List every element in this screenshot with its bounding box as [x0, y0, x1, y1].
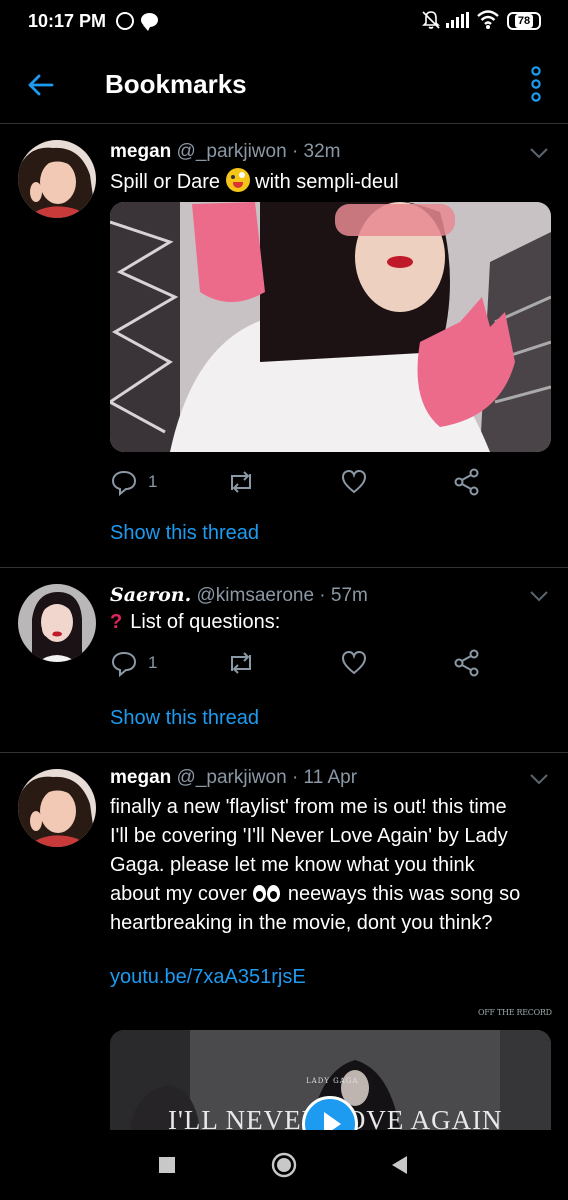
username[interactable]: @_parkjiwon: [177, 767, 287, 788]
chevron-down-icon[interactable]: [530, 147, 548, 159]
wifi-icon: [477, 10, 499, 29]
status-time: 10:17 PM: [28, 11, 107, 31]
tweet-actions: 1: [110, 649, 480, 679]
tweet-text-part: Spill or Dare: [110, 171, 221, 193]
tweet-media-photo[interactable]: [110, 202, 551, 452]
like-button[interactable]: [340, 649, 368, 677]
signal-icon: [446, 12, 470, 28]
chevron-down-icon[interactable]: [530, 590, 548, 602]
tweet-1[interactable]: megan @_parkjiwon · 32m Spill or Dare wi…: [0, 125, 568, 568]
eyes-emoji-icon: [252, 883, 282, 903]
heart-icon: [341, 469, 367, 494]
zany-face-emoji-icon: [225, 168, 250, 192]
retweet-icon: [231, 652, 251, 674]
whatsapp-icon: [116, 12, 134, 30]
video-overlay-small-text: LADY GAGA: [306, 1077, 359, 1085]
display-name[interactable]: megan: [110, 141, 171, 162]
show-thread-link[interactable]: Show this thread: [110, 707, 259, 730]
reply-count: 1: [148, 472, 158, 491]
avatar[interactable]: [18, 140, 96, 218]
status-bar: 10:17 PM 78: [0, 0, 568, 46]
retweet-icon: [231, 471, 251, 493]
share-button[interactable]: [453, 649, 481, 677]
reply-icon: [111, 470, 137, 497]
tweet-actions: 1: [110, 468, 480, 498]
more-vertical-icon[interactable]: [526, 66, 546, 102]
reply-button[interactable]: 1: [110, 468, 157, 497]
tweet-text-line: heartbreaking in the movie, dont you thi…: [110, 912, 493, 934]
tweet-text-line: Gaga. please let me know what you think: [110, 854, 475, 876]
tweet-text: finally a new 'flaylist' from me is out!…: [110, 793, 550, 938]
system-navigation-bar: [0, 1130, 568, 1200]
share-icon: [454, 649, 479, 677]
battery-icon: 78: [507, 12, 541, 30]
tweet-text: ? List of questions:: [110, 608, 550, 637]
timestamp: 57m: [330, 585, 368, 606]
back-triangle-icon[interactable]: [389, 1154, 411, 1176]
recent-apps-icon[interactable]: [157, 1155, 177, 1175]
username[interactable]: @_parkjiwon: [177, 141, 287, 162]
display-name[interactable]: Saeron.: [110, 584, 191, 606]
reply-icon: [111, 651, 137, 678]
retweet-button[interactable]: [226, 468, 256, 496]
separator-dot: ·: [291, 767, 299, 788]
arrow-left-icon[interactable]: [26, 70, 56, 100]
page-title: Bookmarks: [105, 69, 247, 99]
tweet-text-part: about my cover: [110, 883, 247, 905]
tweet-text-part: List of questions:: [130, 611, 281, 633]
display-name[interactable]: megan: [110, 767, 171, 788]
like-button[interactable]: [340, 468, 368, 496]
home-icon[interactable]: [270, 1151, 298, 1179]
avatar[interactable]: [18, 584, 96, 662]
heart-icon: [341, 650, 367, 675]
share-button[interactable]: [453, 468, 481, 496]
tweet-header: megan @_parkjiwon · 11 Apr: [110, 767, 357, 789]
chat-icon: [141, 13, 158, 31]
question-mark-emoji-icon: ?: [110, 611, 123, 633]
tweet-3[interactable]: megan @_parkjiwon · 11 Apr finally a new…: [0, 753, 568, 1130]
play-icon: [324, 1112, 341, 1130]
tweet-text-part: with sempli-deul: [255, 171, 399, 193]
show-thread-link[interactable]: Show this thread: [110, 522, 259, 545]
tweet-2[interactable]: Saeron. @kimsaerone · 57m ? List of quest…: [0, 568, 568, 753]
mute-bell-icon: [422, 11, 440, 29]
separator-dot: ·: [291, 141, 299, 162]
reply-count: 1: [148, 653, 158, 672]
tweet-link[interactable]: youtu.be/7xaA351rjsE: [110, 963, 550, 992]
tweet-text-line: I'll be covering 'I'll Never Love Again'…: [110, 825, 508, 847]
timestamp: 32m: [303, 141, 341, 162]
reply-button[interactable]: 1: [110, 649, 157, 678]
username[interactable]: @kimsaerone: [197, 585, 315, 606]
retweet-button[interactable]: [226, 649, 256, 677]
tweet-video-preview[interactable]: LADY GAGA I'LL NEVER LOVE AGAIN: [110, 1030, 551, 1130]
battery-level: 78: [514, 14, 534, 28]
tweet-text-line: finally a new 'flaylist' from me is out!…: [110, 796, 507, 818]
separator-dot: ·: [319, 585, 326, 606]
timestamp: 11 Apr: [303, 767, 358, 788]
watermark-off-the-record: OFF THE RECORD: [478, 1008, 552, 1017]
top-app-bar: Bookmarks: [0, 46, 568, 124]
tweet-header: megan @_parkjiwon · 32m: [110, 141, 341, 163]
tweet-text-part: neeways this was song so: [287, 883, 521, 905]
avatar[interactable]: [18, 769, 96, 847]
tweet-header: Saeron. @kimsaerone · 57m: [110, 584, 368, 607]
play-button[interactable]: [302, 1096, 358, 1130]
tweet-text-line: about my cover neeways this was song so: [110, 880, 550, 909]
share-icon: [454, 468, 479, 496]
chevron-down-icon[interactable]: [530, 773, 548, 785]
tweet-text: Spill or Dare with sempli-deul: [110, 168, 550, 197]
